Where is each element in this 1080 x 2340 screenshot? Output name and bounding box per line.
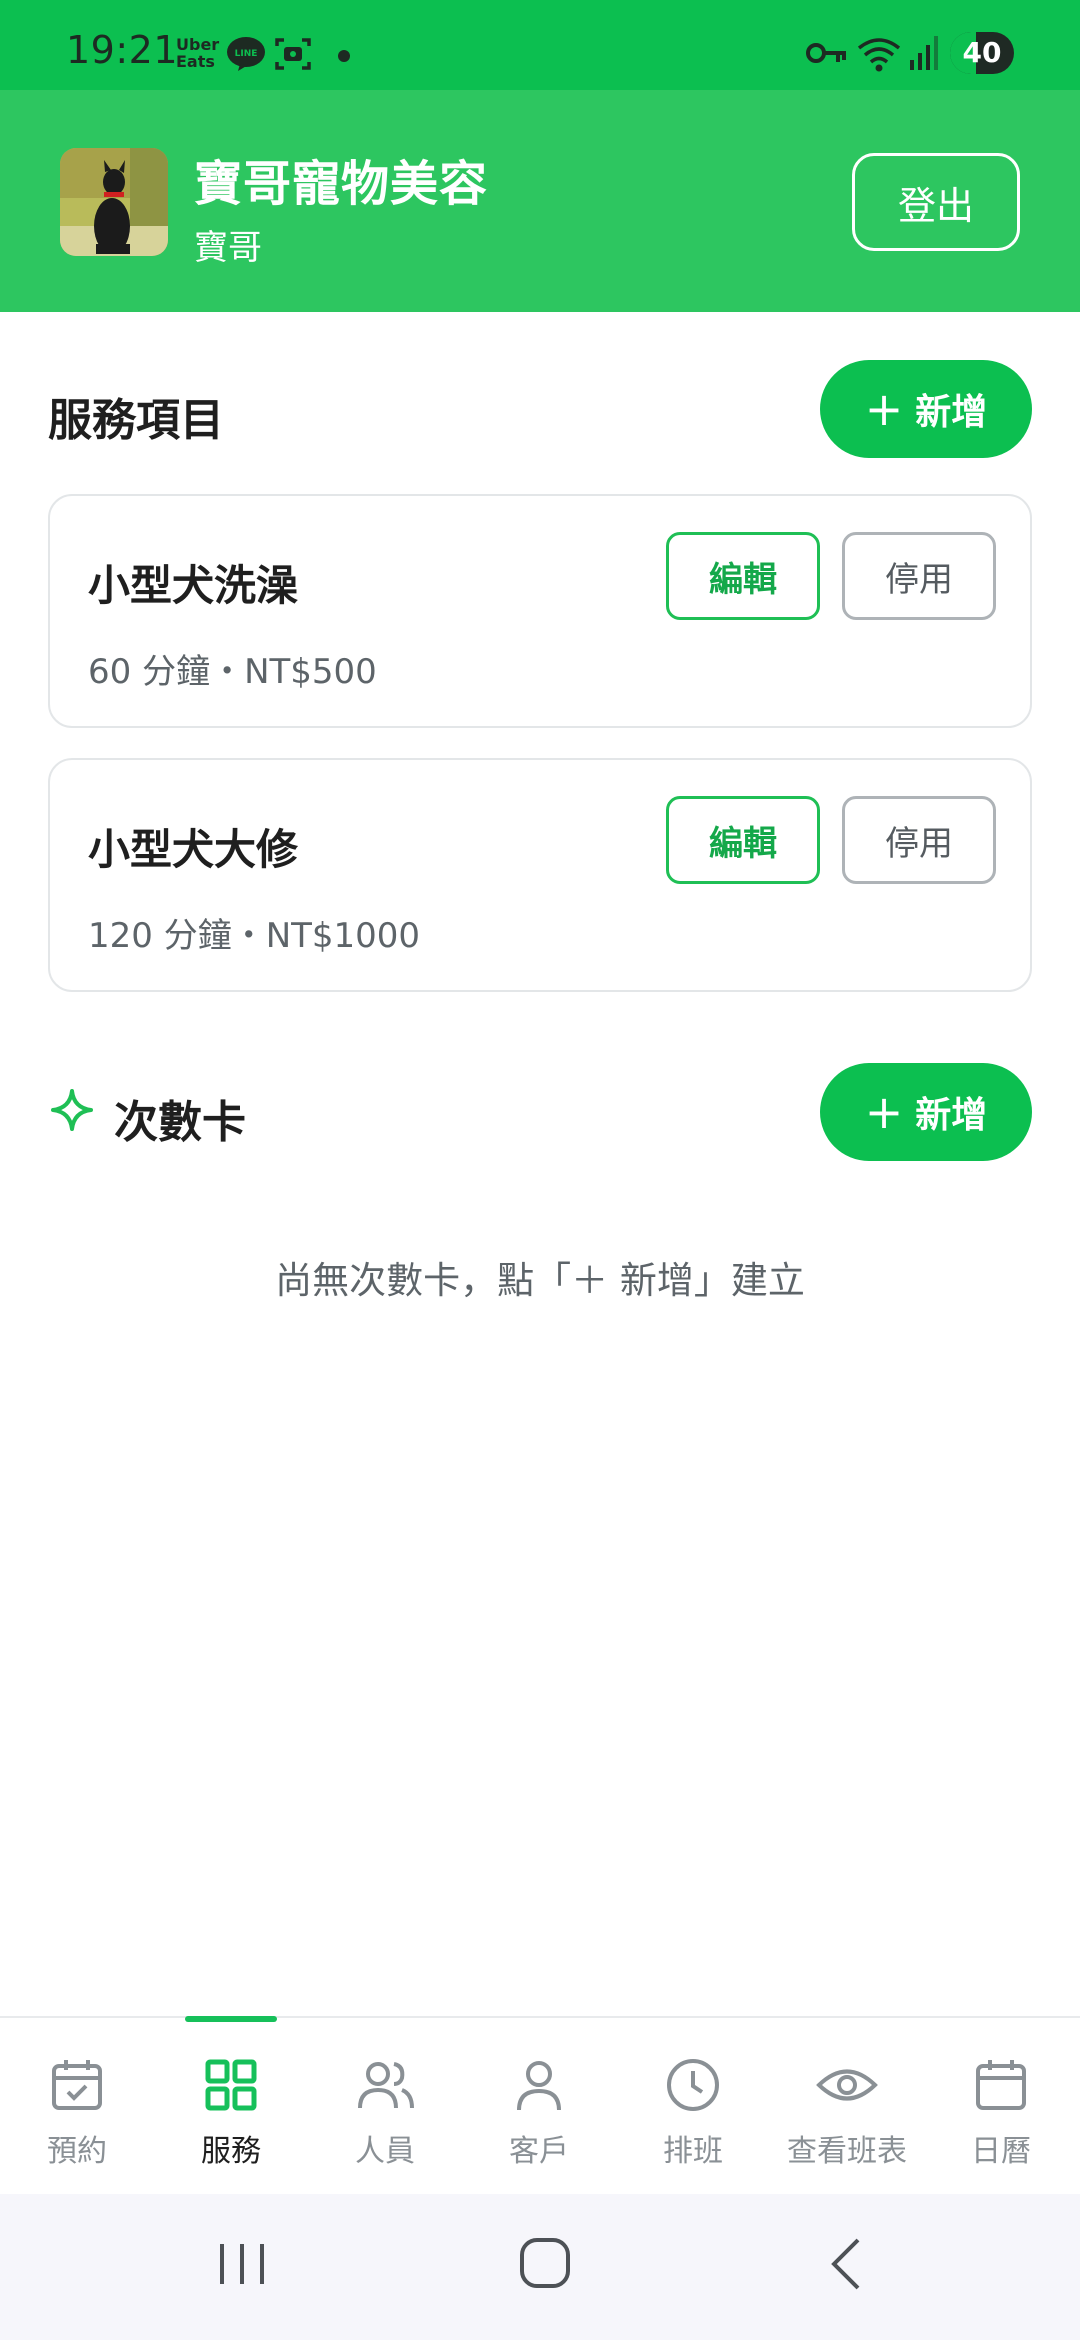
service-meta: 60 分鐘・NT$500 — [88, 652, 377, 692]
add-punch-card-button[interactable]: + 新增 — [820, 1063, 1032, 1161]
service-card: 小型犬大修 120 分鐘・NT$1000 編輯 停用 — [48, 758, 1032, 992]
home-icon[interactable] — [518, 2236, 574, 2292]
service-meta: 120 分鐘・NT$1000 — [88, 916, 421, 956]
nav-label: 客戶 — [509, 2134, 569, 2169]
active-tab-indicator — [185, 2016, 277, 2022]
owner-name: 寶哥 — [194, 228, 262, 268]
svg-text:LINE: LINE — [235, 49, 258, 59]
recent-apps-icon[interactable] — [216, 2236, 268, 2292]
uber-eats-line1: Uber — [176, 35, 220, 54]
logout-button[interactable]: 登出 — [852, 153, 1020, 251]
nav-item-staff[interactable]: 人員 — [308, 2018, 462, 2194]
services-section-title: 服務項目 — [48, 395, 224, 446]
nav-item-scheduling[interactable]: 排班 — [616, 2018, 770, 2194]
plus-icon: + — [864, 382, 904, 436]
plus-icon: + — [864, 1085, 904, 1139]
app-header: 寶哥寵物美容 寶哥 登出 — [0, 90, 1080, 312]
user-icon — [517, 2061, 561, 2111]
back-icon[interactable] — [826, 2236, 866, 2292]
nav-label: 查看班表 — [787, 2134, 907, 2169]
signal-icon — [910, 36, 938, 70]
nav-item-reservations[interactable]: 預約 — [0, 2018, 154, 2194]
service-name: 小型犬大修 — [88, 825, 299, 874]
nav-label: 預約 — [47, 2134, 107, 2169]
service-name: 小型犬洗澡 — [88, 561, 299, 610]
add-service-label: 新增 — [915, 392, 988, 433]
service-card: 小型犬洗澡 60 分鐘・NT$500 編輯 停用 — [48, 494, 1032, 728]
sparkle-icon — [51, 1089, 93, 1131]
add-punch-card-label: 新增 — [915, 1095, 988, 1136]
nav-label: 日曆 — [971, 2134, 1031, 2169]
clock-icon — [667, 2059, 719, 2111]
edit-service-button[interactable]: 編輯 — [666, 796, 820, 884]
screenshot-icon — [275, 38, 311, 70]
shop-name: 寶哥寵物美容 — [194, 156, 489, 212]
notification-dot — [338, 50, 350, 62]
nav-item-services[interactable]: 服務 — [154, 2016, 308, 2194]
battery-level: 40 — [962, 36, 1002, 69]
app-screen: 19:21 Uber Eats LINE 40 寶哥寵物美容 寶哥 登出 服務項… — [0, 0, 1080, 2340]
avatar-photo — [60, 148, 168, 256]
avatar[interactable] — [60, 148, 168, 256]
bottom-nav: 預約 服務 人員 客戶 排班 查看班表 日曆 — [0, 2016, 1080, 2194]
empty-state-message: 尚無次數卡，點「＋ 新增」建立 — [275, 1259, 805, 1302]
nav-item-view-schedule[interactable]: 查看班表 — [770, 2018, 924, 2194]
uber-eats-notification-icon: Uber Eats — [176, 36, 219, 70]
line-icon: LINE — [227, 37, 265, 71]
nav-item-calendar[interactable]: 日曆 — [924, 2018, 1078, 2194]
key-icon — [806, 43, 846, 63]
calendar-icon — [976, 2060, 1026, 2110]
users-icon — [358, 2062, 414, 2109]
status-time: 19:21 — [66, 28, 179, 72]
status-bar: 19:21 Uber Eats LINE 40 — [0, 0, 1080, 90]
battery-icon: 40 — [950, 32, 1014, 74]
grid-icon — [205, 2059, 257, 2111]
nav-label: 人員 — [355, 2134, 415, 2169]
uber-eats-line2: Eats — [176, 52, 215, 71]
system-navigation-bar — [0, 2194, 1080, 2340]
disable-service-button[interactable]: 停用 — [842, 532, 996, 620]
calendar-check-icon — [52, 2060, 102, 2110]
punch-cards-section-title: 次數卡 — [114, 1097, 246, 1148]
add-service-button[interactable]: + 新增 — [820, 360, 1032, 458]
wifi-icon — [857, 38, 901, 72]
nav-label: 服務 — [201, 2134, 261, 2169]
eye-icon — [816, 2069, 878, 2101]
edit-service-button[interactable]: 編輯 — [666, 532, 820, 620]
nav-item-customers[interactable]: 客戶 — [462, 2018, 616, 2194]
disable-service-button[interactable]: 停用 — [842, 796, 996, 884]
nav-label: 排班 — [663, 2134, 723, 2169]
